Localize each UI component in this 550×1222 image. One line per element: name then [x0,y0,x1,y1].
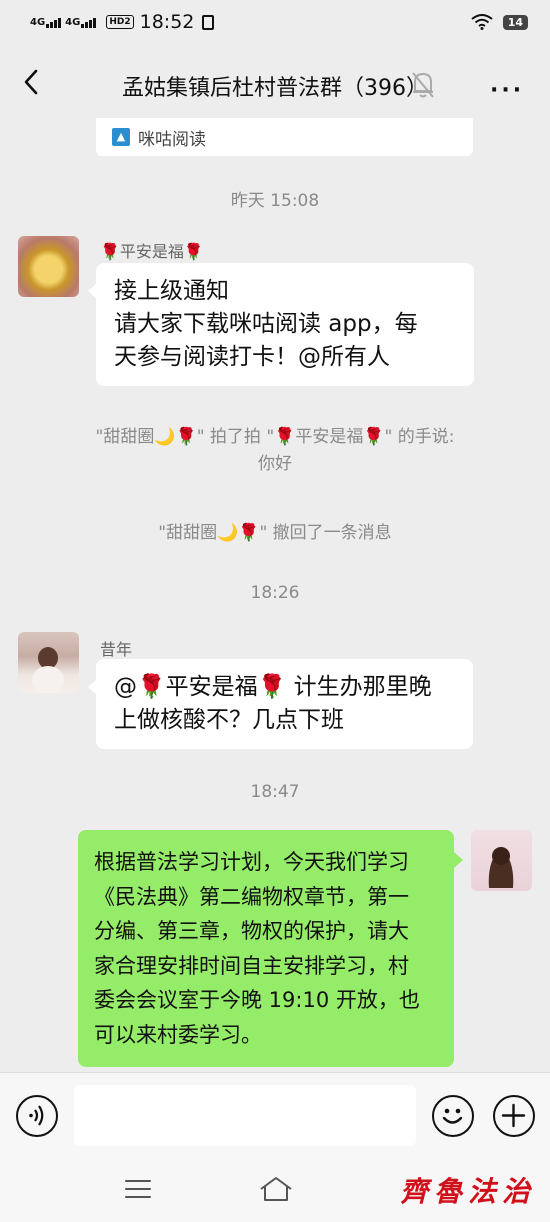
message-line: 接上级通知 [114,278,229,304]
system-notice-line: 你好 [258,454,292,474]
migu-app-icon: ▲ [112,128,130,146]
shared-card-app-name: 咪咕阅读 [138,129,206,150]
system-notice-line: "甜甜圈🌙🌹" 撤回了一条消息 [158,523,392,543]
sender-name: 🌹平安是福🌹 [100,242,204,261]
menu-icon[interactable] [124,1178,152,1200]
message-line: 根据普法学习计划，今天我们学习 [94,850,409,874]
message-line: 《民法典》第二编物权章节，第一 [94,884,409,909]
watermark-logo: 齊魯法治 [400,1175,537,1208]
message-line: 分编、第三章，物权的保护，请大 [94,919,409,943]
emoji-icon[interactable] [432,1095,474,1137]
status-bar: 4G 4G HD2 18:52 14 [0,0,550,44]
avatar-figure [32,647,64,693]
wifi-icon [471,14,493,30]
message-line: 委会会议室于今晚 19:10 开放，也 [94,988,420,1012]
system-notice: "甜甜圈🌙🌹" 撤回了一条消息 [40,520,510,547]
my-avatar[interactable] [471,830,532,891]
system-notice: "甜甜圈🌙🌹" 拍了拍 "🌹平安是福🌹" 的手说: 你好 [40,424,510,478]
chat-header: 孟姑集镇后杜村普法群（396） ··· [0,44,550,124]
chat-title: 孟姑集镇后杜村普法群（396） [122,76,428,101]
hd-badge: HD2 [106,15,134,29]
timestamp: 18:47 [250,782,300,802]
message-line: 上做核酸不？几点下班 [114,707,344,733]
signal-icon-2: 4G [65,17,97,28]
mute-bell-icon [412,72,434,98]
message-bubble[interactable]: @🌹平安是福🌹 计生办那里晚 上做核酸不？几点下班 [88,659,473,749]
shared-card[interactable]: ▲ 咪咕阅读 [96,118,473,156]
sd-card-icon [202,14,215,30]
message-line: 家合理安排时间自主安排学习，村 [94,953,409,978]
message-input[interactable] [74,1085,416,1146]
message-line: @🌹平安是福🌹 计生办那里晚 [114,674,432,700]
my-avatar-figure [488,847,514,888]
voice-icon[interactable] [16,1095,58,1137]
avatar[interactable] [18,632,79,693]
timestamp: 18:26 [250,583,300,603]
plus-glyph [501,1103,526,1128]
avatar[interactable] [18,236,79,297]
sender-name-text: 昔年 [100,640,133,659]
message-line: 可以来村委学习。 [94,1022,262,1047]
battery-icon: 14 [502,14,528,30]
more-icon[interactable]: ··· [490,78,524,103]
my-message-bubble[interactable]: 根据普法学习计划，今天我们学习 《民法典》第二编物权章节，第一 分编、第三章，物… [78,830,463,1067]
message-bubble[interactable]: 接上级通知 请大家下载咪咕阅读 app，每 天参与阅读打卡！@所有人 [88,263,474,386]
sender-name: 昔年 [100,636,132,660]
timestamp: 昨天 15:08 [230,191,320,211]
plus-icon[interactable] [493,1095,535,1137]
input-bar [0,1072,550,1158]
system-notice-line: "甜甜圈🌙🌹" 拍了拍 "🌹平安是福🌹" 的手说: [95,427,455,447]
status-time: 18:52 [139,11,195,33]
voice-glyph [29,1105,44,1126]
signal-icon: 4G [30,17,62,28]
emoji-glyph [442,1108,463,1124]
message-line: 天参与阅读打卡！@所有人 [114,344,390,370]
home-icon[interactable] [258,1174,294,1204]
message-line: 请大家下载咪咕阅读 app，每 [114,311,418,337]
